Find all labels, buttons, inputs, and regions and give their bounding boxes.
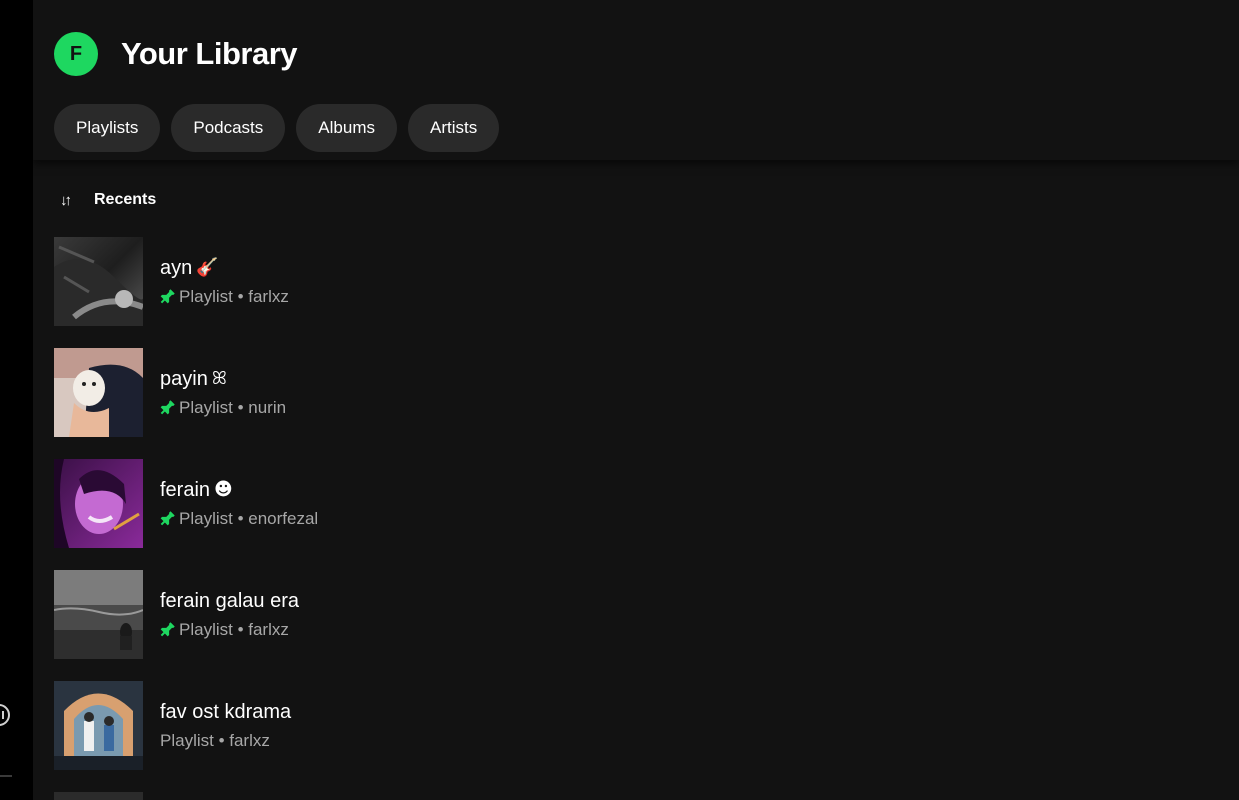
smiley-icon: ☻ xyxy=(214,479,233,500)
playlist-cover-partial xyxy=(54,792,143,800)
left-rail xyxy=(0,0,33,800)
filter-chips: Playlists Podcasts Albums Artists xyxy=(54,104,500,152)
item-subtitle: Playlist • enorfezal xyxy=(179,509,319,528)
sort-arrows-icon: ↓↑ xyxy=(60,191,72,209)
item-title: payin xyxy=(160,368,208,390)
guitar-icon: 🎸 xyxy=(196,257,219,278)
library-header: F Your Library Playlists Podcasts Albums… xyxy=(33,0,1239,160)
item-title: ferain galau era xyxy=(160,590,299,612)
item-subtitle: Playlist • farlxz xyxy=(179,287,289,306)
item-title: ferain xyxy=(160,479,211,501)
pin-icon xyxy=(156,397,177,418)
sort-button[interactable]: ↓↑ Recents xyxy=(60,191,156,209)
pin-icon xyxy=(156,619,177,640)
library-app: F Your Library Playlists Podcasts Albums… xyxy=(0,0,1239,800)
list-item[interactable]: ayn 🎸 Playlist • farlxz xyxy=(54,237,1204,326)
item-title: ayn xyxy=(160,257,193,279)
item-subtitle: Playlist • farlxz xyxy=(179,620,289,639)
library-list: ayn 🎸 Playlist • farlxz payin ꕤ Playlist… xyxy=(54,237,1204,792)
filter-chip-albums[interactable]: Albums xyxy=(296,104,397,152)
pin-icon xyxy=(156,286,177,307)
list-item[interactable]: ferain ☻ Playlist • enorfezal xyxy=(54,459,1204,548)
playlist-cover xyxy=(54,570,143,659)
playlist-cover xyxy=(54,237,143,326)
playlist-cover xyxy=(54,348,143,437)
avatar[interactable]: F xyxy=(54,32,98,76)
item-subtitle: Playlist • nurin xyxy=(179,398,287,417)
list-item[interactable]: ferain galau era Playlist • farlxz xyxy=(54,570,1204,659)
list-item[interactable]: fav ost kdrama Playlist • farlxz xyxy=(54,681,1204,770)
page-title: Your Library xyxy=(121,36,298,71)
list-item[interactable]: payin ꕤ Playlist • nurin xyxy=(54,348,1204,437)
pin-icon xyxy=(156,508,177,529)
rail-divider xyxy=(0,775,12,777)
playlist-cover xyxy=(54,459,143,548)
filter-chip-artists[interactable]: Artists xyxy=(407,104,500,152)
sort-label: Recents xyxy=(94,191,157,208)
filter-chip-podcasts[interactable]: Podcasts xyxy=(171,104,286,152)
item-title: fav ost kdrama xyxy=(160,701,292,723)
playlist-cover xyxy=(54,681,143,770)
item-subtitle: Playlist • farlxz xyxy=(160,731,270,750)
flower-icon: ꕤ xyxy=(211,368,227,389)
filter-chip-playlists[interactable]: Playlists xyxy=(54,104,161,152)
info-icon[interactable] xyxy=(0,704,10,726)
